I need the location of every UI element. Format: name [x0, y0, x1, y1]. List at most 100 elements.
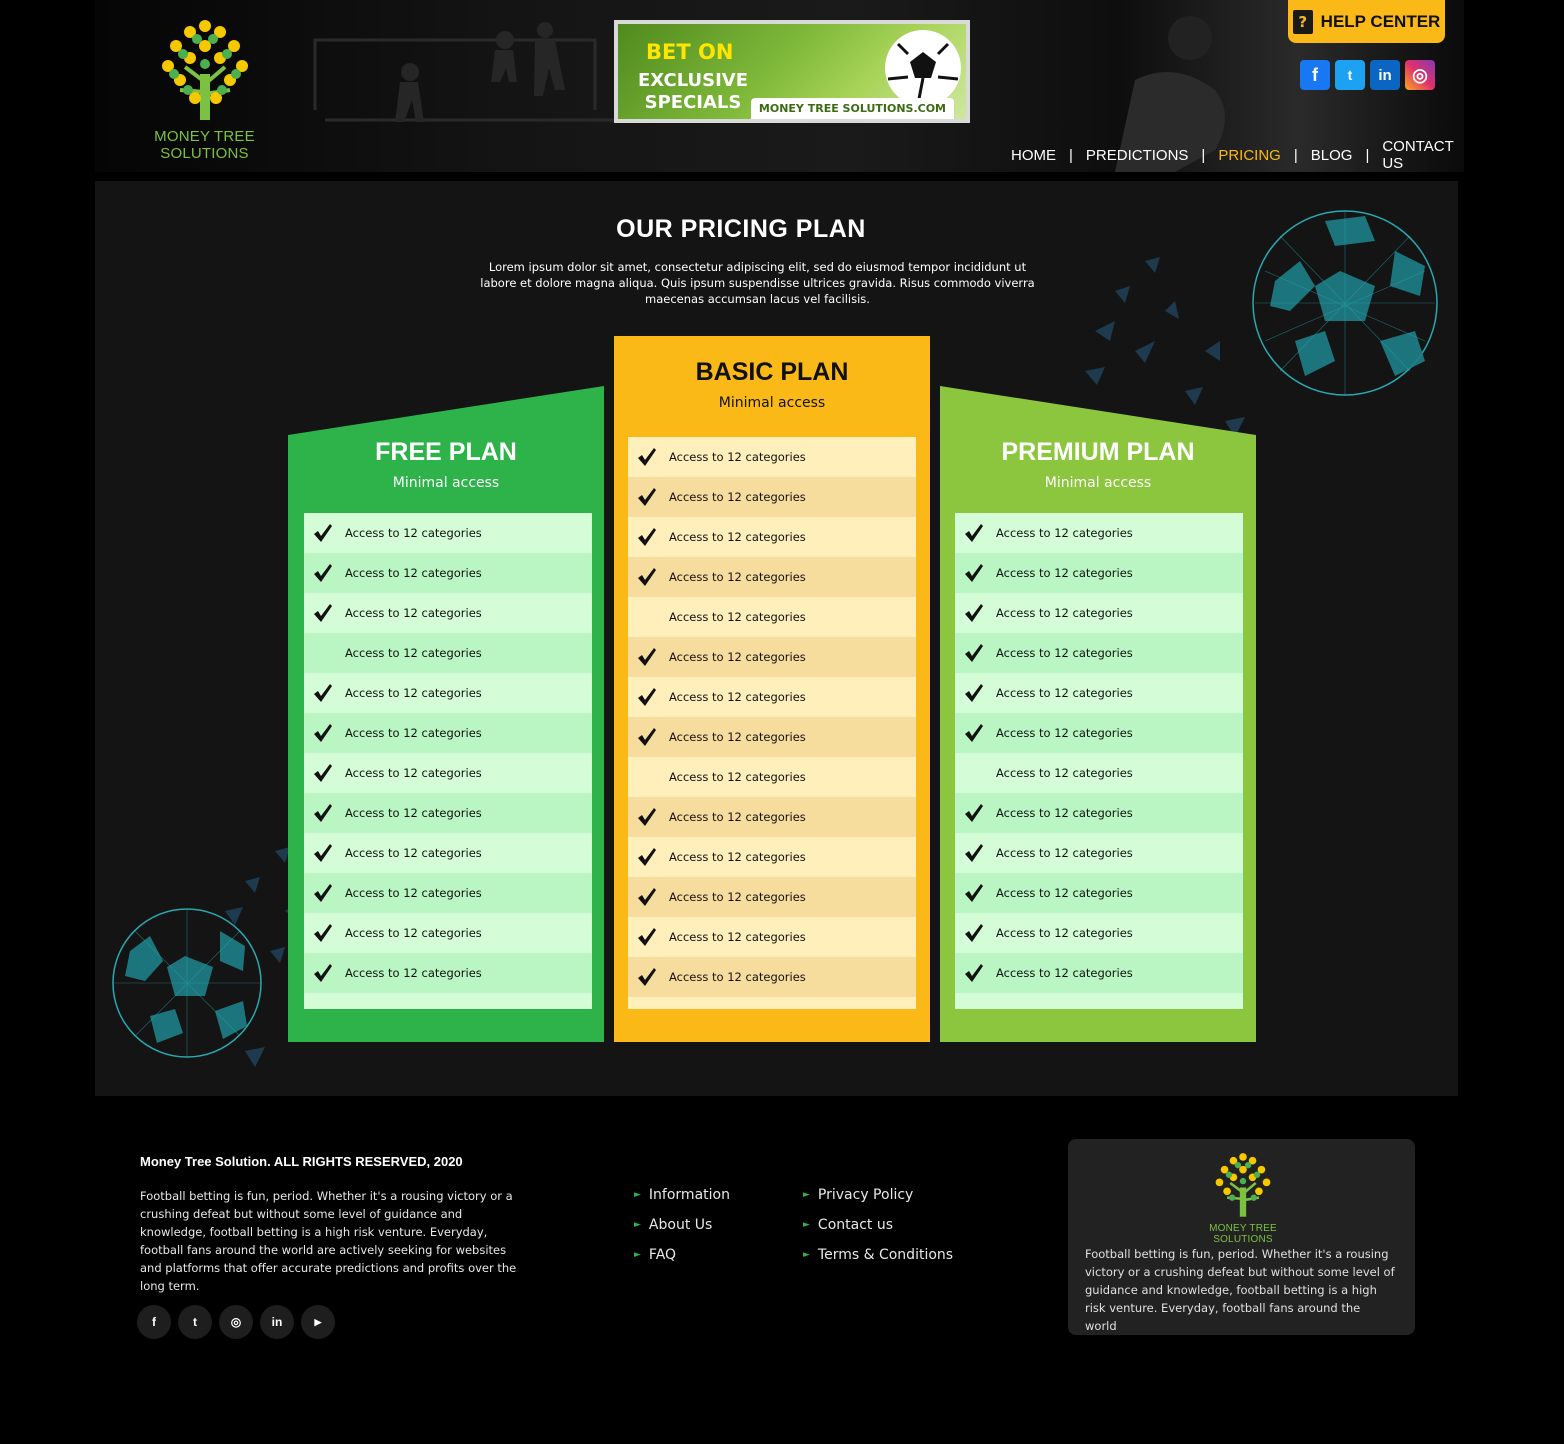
- feature-label: Access to 12 categories: [996, 846, 1133, 860]
- site-logo[interactable]: MONEY TREE SOLUTIONS: [117, 12, 292, 162]
- nav-separator: |: [1201, 146, 1206, 164]
- feature-label: Access to 12 categories: [996, 966, 1133, 980]
- nav-blog[interactable]: BLOG: [1311, 147, 1353, 164]
- check-icon: [638, 928, 656, 946]
- footer-title: Money Tree Solution. ALL RIGHTS RESERVED…: [140, 1154, 463, 1169]
- check-icon: [638, 528, 656, 546]
- feature-label: Access to 12 categories: [669, 850, 806, 864]
- promo-banner[interactable]: BET ON EXCLUSIVE SPECIALS MONEY TREE SOL…: [614, 20, 970, 123]
- feature-row: Access to 12 categories: [304, 553, 592, 593]
- feature-row: Access to 12 categories: [955, 873, 1243, 913]
- linkedin-icon[interactable]: in: [1370, 60, 1400, 90]
- feature-row: Access to 12 categories: [304, 793, 592, 833]
- feature-label: Access to 12 categories: [996, 566, 1133, 580]
- check-icon: [965, 564, 983, 582]
- feature-label: Access to 12 categories: [669, 570, 806, 584]
- plan-header: BASIC PLAN Minimal access: [614, 358, 930, 411]
- twitter-icon[interactable]: t: [178, 1305, 212, 1339]
- plan-subtitle: Minimal access: [392, 475, 500, 491]
- feature-row: Access to 12 categories: [628, 917, 916, 957]
- nav-pricing[interactable]: PRICING: [1218, 147, 1281, 164]
- check-icon: [965, 524, 983, 542]
- feature-label: Access to 12 categories: [345, 886, 482, 900]
- check-icon: [638, 728, 656, 746]
- footer-link-about-us[interactable]: ► About Us: [634, 1217, 730, 1247]
- feature-row: Access to 12 categories: [955, 513, 1243, 553]
- feature-label: Access to 12 categories: [996, 766, 1133, 780]
- footer-link-information[interactable]: ► Information: [634, 1187, 730, 1217]
- check-icon: [965, 644, 983, 662]
- check-icon: [314, 724, 332, 742]
- nav-separator: |: [1293, 146, 1298, 164]
- footer-link-terms[interactable]: ► Terms & Conditions: [803, 1247, 953, 1277]
- twitter-icon[interactable]: t: [1335, 60, 1365, 90]
- check-icon: [965, 964, 983, 982]
- check-icon: [965, 844, 983, 862]
- nav-home[interactable]: HOME: [1011, 147, 1056, 164]
- page-title: OUR PRICING PLAN: [616, 215, 866, 243]
- arrow-right-icon: ►: [803, 1190, 810, 1200]
- check-icon: [638, 808, 656, 826]
- feature-row: Access to 12 categories: [304, 673, 592, 713]
- help-center-button[interactable]: ? HELP CENTER: [1288, 0, 1445, 43]
- check-icon: [314, 524, 332, 542]
- plan-feature-list: Access to 12 categories Access to 12 cate…: [304, 513, 592, 1009]
- feature-label: Access to 12 categories: [345, 566, 482, 580]
- feature-label: Access to 12 categories: [996, 886, 1133, 900]
- feature-label: Access to 12 categories: [669, 970, 806, 984]
- site-header: MONEY TREE SOLUTIONS BET ON EXCLUSIVE SP…: [95, 0, 1464, 172]
- logo-text: MONEY TREE SOLUTIONS: [1209, 1223, 1277, 1245]
- feature-row: Access to 12 categories: [955, 833, 1243, 873]
- feature-label: Access to 12 categories: [669, 730, 806, 744]
- plan-card-basic: BASIC PLAN Minimal access Access to 12 c…: [614, 336, 930, 1042]
- facebook-icon[interactable]: f: [137, 1305, 171, 1339]
- feature-label: Access to 12 categories: [345, 646, 482, 660]
- check-icon: [638, 888, 656, 906]
- facebook-icon[interactable]: f: [1300, 60, 1330, 90]
- check-icon: [638, 488, 656, 506]
- feature-row: Access to 12 categories: [955, 633, 1243, 673]
- feature-label: Access to 12 categories: [345, 926, 482, 940]
- arrow-right-icon: ►: [803, 1220, 810, 1230]
- check-icon: [314, 844, 332, 862]
- feature-row: Access to 12 categories: [304, 593, 592, 633]
- footer-link-faq[interactable]: ► FAQ: [634, 1247, 730, 1277]
- check-icon: [314, 924, 332, 942]
- instagram-icon[interactable]: ◎: [219, 1305, 253, 1339]
- check-icon: [314, 604, 332, 622]
- help-icon: ?: [1292, 9, 1313, 34]
- plan-name: BASIC PLAN: [695, 358, 849, 386]
- feature-label: Access to 12 categories: [669, 610, 806, 624]
- plan-subtitle: Minimal access: [718, 395, 826, 411]
- feature-row: Access to 12 categories: [955, 553, 1243, 593]
- feature-label: Access to 12 categories: [669, 690, 806, 704]
- footer-link-privacy-policy[interactable]: ► Privacy Policy: [803, 1187, 953, 1217]
- feature-label: Access to 12 categories: [669, 890, 806, 904]
- footer-logo[interactable]: MONEY TREE SOLUTIONS: [1178, 1147, 1308, 1245]
- footer-social-links: f t ◎ in ▶: [137, 1305, 335, 1339]
- footer-description: Football betting is fun, period. Whether…: [140, 1189, 517, 1293]
- nav-contact-us[interactable]: CONTACT US: [1382, 138, 1464, 172]
- check-icon: [314, 684, 332, 702]
- feature-row: Access to 12 categories: [304, 873, 592, 913]
- feature-row: Access to 12 categories: [304, 633, 592, 673]
- check-icon: [965, 804, 983, 822]
- footer-link-contact-us[interactable]: ► Contact us: [803, 1217, 953, 1247]
- feature-label: Access to 12 categories: [345, 806, 482, 820]
- linkedin-icon[interactable]: in: [260, 1305, 294, 1339]
- feature-row: Access to 12 categories: [304, 953, 592, 993]
- logo-text: MONEY TREE SOLUTIONS: [154, 128, 255, 162]
- feature-row: Access to 12 categories: [628, 437, 916, 477]
- arrow-right-icon: ►: [634, 1190, 641, 1200]
- youtube-icon[interactable]: ▶: [301, 1305, 335, 1339]
- feature-label: Access to 12 categories: [345, 846, 482, 860]
- feature-row: Access to 12 categories: [955, 953, 1243, 993]
- header-social-links: f t in ◎: [1300, 60, 1435, 90]
- feature-label: Access to 12 categories: [669, 450, 806, 464]
- check-icon: [314, 964, 332, 982]
- check-icon: [638, 448, 656, 466]
- feature-row: Access to 12 categories: [955, 713, 1243, 753]
- feature-row: Access to 12 categories: [955, 913, 1243, 953]
- instagram-icon[interactable]: ◎: [1405, 60, 1435, 90]
- nav-predictions[interactable]: PREDICTIONS: [1086, 147, 1189, 164]
